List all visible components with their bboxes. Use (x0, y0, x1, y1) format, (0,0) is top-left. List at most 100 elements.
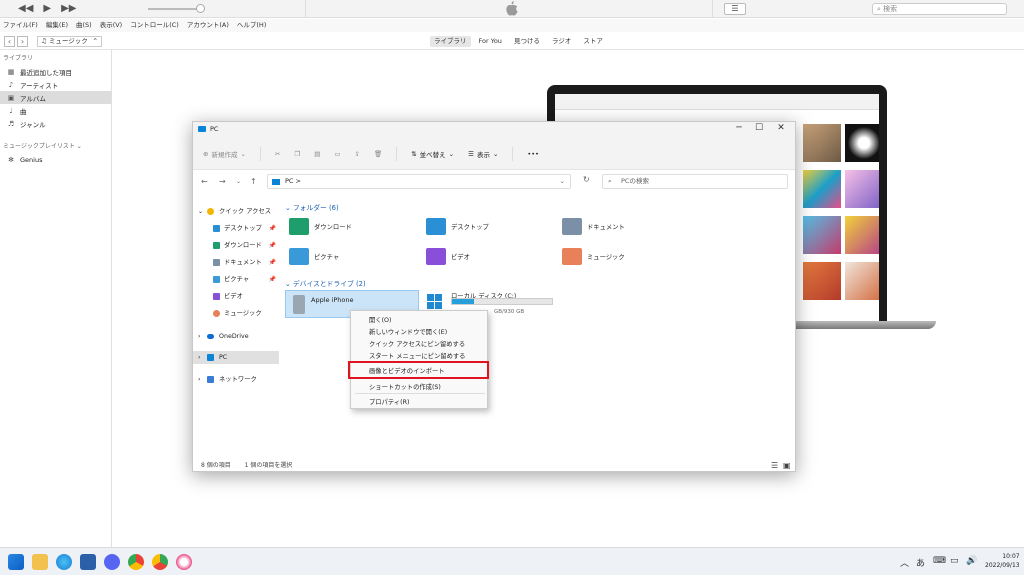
edge-icon[interactable] (56, 554, 72, 570)
ctx-properties[interactable]: プロパティ(R) (369, 397, 409, 406)
tab-store[interactable]: ストア (579, 36, 607, 47)
explorer-search-input[interactable]: ⌕ PCの検索 (602, 174, 788, 189)
pin-icon[interactable]: 📌 (269, 256, 276, 269)
menu-view[interactable]: 表示(V) (100, 19, 123, 32)
ctx-create-shortcut[interactable]: ショートカットの作成(S) (369, 382, 441, 391)
more-options-button[interactable]: ••• (527, 150, 539, 158)
nav-item-desktop[interactable]: デスクトップ 📌 (193, 222, 279, 235)
details-view-icon[interactable]: ☰ (771, 458, 778, 473)
store-icon[interactable] (80, 554, 96, 570)
nav-item-onedrive[interactable]: › OneDrive (193, 330, 279, 343)
chevron-down-icon[interactable]: ⌄ (560, 175, 565, 188)
tab-for-you[interactable]: For You (475, 36, 506, 47)
language-icon[interactable]: ⌨ (933, 556, 946, 566)
folders-section-heading[interactable]: ⌄ フォルダー (6) (285, 202, 339, 212)
folder-desktop[interactable]: デスクトップ (426, 215, 489, 237)
pin-icon[interactable]: 📌 (269, 273, 276, 286)
volume-icon[interactable]: 🔊 (966, 556, 977, 566)
paste-icon[interactable]: ▤ (314, 150, 320, 158)
nav-item-pictures[interactable]: ピクチャ 📌 (193, 273, 279, 286)
pin-icon[interactable]: 📌 (269, 222, 276, 235)
forward-button[interactable]: › (17, 36, 28, 47)
taskbar-clock[interactable]: 10:07 2022/09/13 (985, 552, 1020, 570)
list-view-button[interactable]: ☰ (724, 3, 746, 15)
sidebar-item-songs[interactable]: ♩ 曲 (0, 104, 111, 117)
sidebar-item-albums[interactable]: ▣ アルバム (0, 91, 111, 104)
volume-slider-track[interactable] (148, 8, 203, 10)
volume-slider-knob[interactable] (196, 4, 205, 13)
up-arrow-icon[interactable]: ↑ (250, 177, 257, 186)
nav-item-documents[interactable]: ドキュメント 📌 (193, 256, 279, 269)
chrome-icon[interactable] (128, 554, 144, 570)
play-icon[interactable]: ▶ (43, 3, 51, 14)
address-bar[interactable]: PC > ⌄ (267, 174, 571, 189)
sort-button[interactable]: ⇅ 並べ替え ⌄ (411, 149, 454, 159)
menu-account[interactable]: アカウント(A) (187, 19, 229, 32)
file-explorer-taskbar-icon[interactable] (32, 554, 48, 570)
back-arrow-icon[interactable]: ← (201, 177, 208, 186)
folder-downloads[interactable]: ダウンロード (289, 215, 352, 237)
ime-indicator[interactable]: あ (916, 556, 925, 569)
nav-item-videos[interactable]: ビデオ (193, 290, 279, 303)
sidebar-item-genius[interactable]: ✻ Genius (0, 153, 111, 166)
view-button[interactable]: ☰ 表示 ⌄ (468, 149, 498, 159)
delete-icon[interactable]: 🗑 (374, 150, 382, 158)
playlist-heading[interactable]: ミュージックプレイリスト ⌄ (0, 138, 111, 153)
nav-item-network[interactable]: › ネットワーク (193, 373, 279, 386)
maximize-button[interactable]: ☐ (749, 123, 769, 133)
itunes-icon[interactable] (176, 554, 192, 570)
tray-overflow-icon[interactable]: ︿ (900, 556, 909, 569)
rewind-icon[interactable]: ◀◀ (18, 3, 33, 14)
tab-radio[interactable]: ラジオ (548, 36, 575, 47)
close-button[interactable]: ✕ (771, 123, 791, 133)
nav-item-downloads[interactable]: ダウンロード 📌 (193, 239, 279, 252)
menu-controls[interactable]: コントロール(C) (130, 19, 179, 32)
network-tray-icon[interactable]: ▭ (950, 556, 959, 566)
sidebar-item-recent[interactable]: ▦ 最近追加した項目 (0, 65, 111, 78)
nav-item-music[interactable]: ミュージック (193, 307, 279, 320)
menu-song[interactable]: 曲(S) (76, 19, 92, 32)
discord-icon[interactable] (104, 554, 120, 570)
menu-file[interactable]: ファイル(F) (3, 19, 38, 32)
start-button-icon[interactable] (8, 554, 24, 570)
rename-icon[interactable]: ▭ (334, 150, 340, 158)
ctx-open-new-window[interactable]: 新しいウィンドウで開く(E) (369, 327, 447, 336)
menu-help[interactable]: ヘルプ(H) (237, 19, 266, 32)
file-explorer-window: PC ─ ☐ ✕ ⊕ 新規作成 ⌄ ✂ ❐ ▤ ▭ ⇪ 🗑 ⇅ 並べ替え ⌄ ☰ 表示… (192, 121, 796, 472)
back-button[interactable]: ‹ (4, 36, 15, 47)
copy-icon[interactable]: ❐ (294, 150, 300, 158)
itunes-search-input[interactable]: ⌕ 検索 (872, 3, 1007, 15)
sidebar-item-label: 曲 (20, 107, 27, 116)
share-icon[interactable]: ⇪ (355, 150, 360, 158)
tab-browse[interactable]: 見つける (510, 36, 544, 47)
ctx-pin-start[interactable]: スタート メニューにピン留めする (369, 351, 465, 360)
nav-item-pc[interactable]: › PC (193, 351, 279, 364)
explorer-title-bar[interactable]: PC ─ ☐ ✕ (193, 122, 795, 138)
minimize-button[interactable]: ─ (729, 123, 749, 133)
new-button[interactable]: ⊕ 新規作成 ⌄ (203, 149, 246, 159)
devices-section-heading[interactable]: ⌄ デバイスとドライブ (2) (285, 278, 366, 288)
ctx-open[interactable]: 開く(O) (369, 315, 391, 324)
refresh-icon[interactable]: ↻ (583, 175, 590, 184)
forward-arrow-icon[interactable]: → (219, 177, 226, 186)
folder-music[interactable]: ミュージック (562, 245, 625, 267)
pin-icon[interactable]: 📌 (269, 239, 276, 252)
fast-forward-icon[interactable]: ▶▶ (61, 3, 76, 14)
ctx-pin-quick-access[interactable]: クイック アクセスにピン留めする (369, 339, 465, 348)
chrome-alt-icon[interactable] (152, 554, 168, 570)
sidebar-item-artists[interactable]: ♪ アーティスト (0, 78, 111, 91)
folder-documents[interactable]: ドキュメント (562, 215, 625, 237)
media-kind-select[interactable]: ♫ ミュージック ⌃ (37, 36, 102, 47)
sidebar-item-label: Genius (20, 155, 43, 164)
folder-videos[interactable]: ビデオ (426, 245, 470, 267)
recent-chevron-icon[interactable]: ⌄ (236, 178, 241, 185)
tiles-view-icon[interactable]: ▣ (783, 458, 791, 473)
menu-edit[interactable]: 編集(E) (46, 19, 68, 32)
import-highlight-box (348, 361, 489, 379)
tab-library[interactable]: ライブラリ (430, 36, 471, 47)
sidebar-item-genres[interactable]: ♬ ジャンル (0, 117, 111, 130)
sort-label: 並べ替え (419, 150, 446, 159)
nav-item-quick-access[interactable]: ⌄ クイック アクセス (193, 205, 279, 218)
folder-pictures[interactable]: ピクチャ (289, 245, 339, 267)
cut-icon[interactable]: ✂ (275, 150, 280, 158)
